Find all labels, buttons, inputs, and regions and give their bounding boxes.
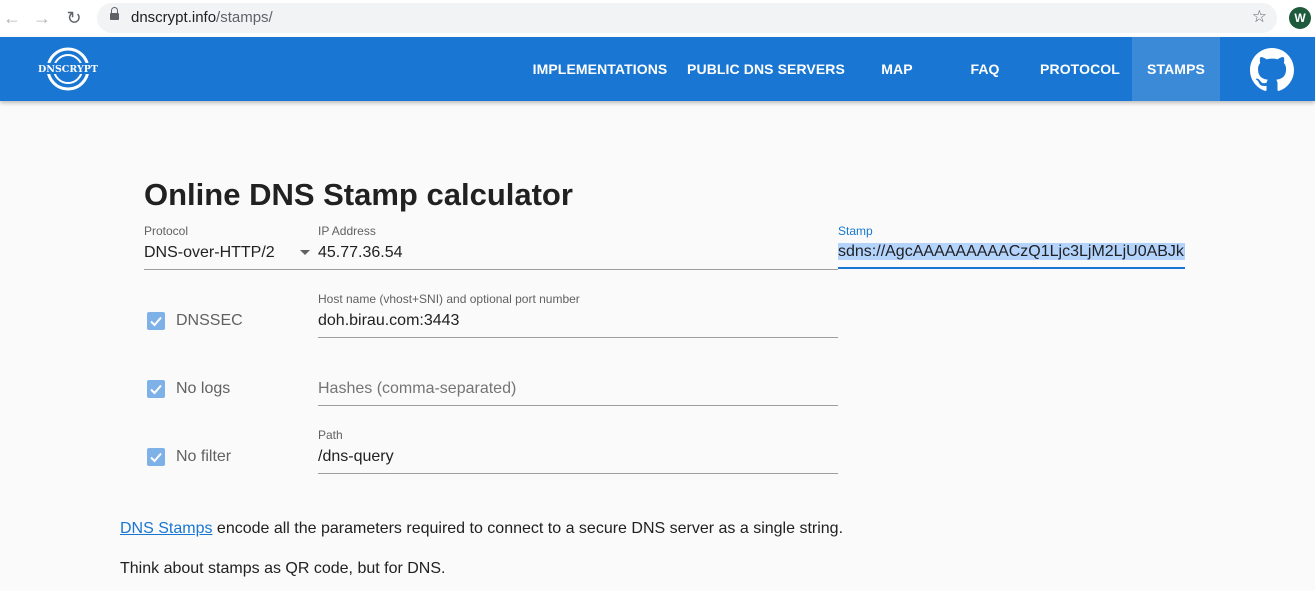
checkmark-icon — [150, 316, 162, 327]
intro-text: encode all the parameters required to co… — [212, 520, 844, 537]
dns-stamps-link[interactable]: DNS Stamps — [120, 520, 212, 537]
path-label: Path — [318, 428, 343, 442]
nav-protocol[interactable]: PROTOCOL — [1030, 37, 1130, 101]
dropdown-caret-icon[interactable] — [300, 250, 310, 255]
nav-public-dns-servers[interactable]: PUBLIC DNS SERVERS — [682, 37, 850, 101]
dnssec-checkbox[interactable] — [147, 312, 165, 330]
forward-arrow-icon[interactable]: → — [30, 6, 54, 30]
ip-address-label: IP Address — [318, 224, 376, 238]
no-logs-label: No logs — [176, 380, 231, 397]
url-text: dnscrypt.info/stamps/ — [131, 9, 273, 26]
stamp-label: Stamp — [838, 224, 873, 238]
intro-paragraph: DNS Stamps encode all the parameters req… — [120, 520, 843, 538]
hashes-underline — [318, 405, 838, 406]
url-host: dnscrypt.info — [131, 9, 217, 26]
site-header: DNSCRYPT IMPLEMENTATIONS PUBLIC DNS SERV… — [0, 37, 1315, 101]
ip-address-input[interactable]: 45.77.36.54 — [318, 244, 403, 262]
profile-avatar[interactable]: W — [1289, 7, 1311, 29]
hostname-input[interactable]: doh.birau.com:3443 — [318, 312, 459, 330]
dnscrypt-logo[interactable]: DNSCRYPT — [36, 44, 100, 94]
nav-map[interactable]: MAP — [862, 37, 932, 101]
back-arrow-icon[interactable]: ← — [0, 6, 24, 30]
lock-icon — [110, 7, 119, 21]
bookmark-star-icon[interactable]: ☆ — [1252, 7, 1267, 27]
hostname-underline — [318, 337, 838, 338]
stamp-output[interactable]: sdns://AgcAAAAAAAAACzQ1Ljc3LjM2LjU0ABJkb… — [838, 243, 1185, 263]
hashes-input[interactable]: Hashes (comma-separated) — [318, 380, 516, 398]
reload-icon[interactable]: ↻ — [62, 6, 86, 30]
address-bar[interactable]: dnscrypt.info/stamps/ ☆ — [97, 3, 1277, 33]
hostname-label: Host name (vhost+SNI) and optional port … — [318, 292, 580, 306]
protocol-select[interactable]: DNS-over-HTTP/2 — [144, 244, 275, 262]
nav-stamps[interactable]: STAMPS — [1132, 37, 1220, 101]
no-filter-label: No filter — [176, 448, 232, 465]
svg-text:DNSCRYPT: DNSCRYPT — [38, 64, 98, 75]
github-icon[interactable] — [1250, 48, 1294, 92]
url-path: /stamps/ — [216, 9, 273, 26]
protocol-ip-underline — [144, 269, 838, 270]
path-underline — [318, 473, 838, 474]
dnssec-label: DNSSEC — [176, 312, 243, 329]
nav-implementations[interactable]: IMPLEMENTATIONS — [522, 37, 678, 101]
browser-toolbar: ← → ↻ dnscrypt.info/stamps/ ☆ W — [0, 0, 1315, 38]
no-filter-checkbox[interactable] — [147, 448, 165, 466]
stamp-text: sdns://AgcAAAAAAAAACzQ1Ljc3LjM2LjU0ABJkb… — [838, 243, 1185, 260]
protocol-label: Protocol — [144, 224, 189, 238]
nav-faq[interactable]: FAQ — [950, 37, 1020, 101]
page-title: Online DNS Stamp calculator — [144, 177, 573, 212]
checkmark-icon — [150, 384, 162, 395]
path-input[interactable]: /dns-query — [318, 448, 394, 466]
qr-paragraph: Think about stamps as QR code, but for D… — [120, 560, 446, 577]
checkmark-icon — [150, 452, 162, 463]
stamp-underline — [838, 267, 1185, 269]
no-logs-checkbox[interactable] — [147, 380, 165, 398]
